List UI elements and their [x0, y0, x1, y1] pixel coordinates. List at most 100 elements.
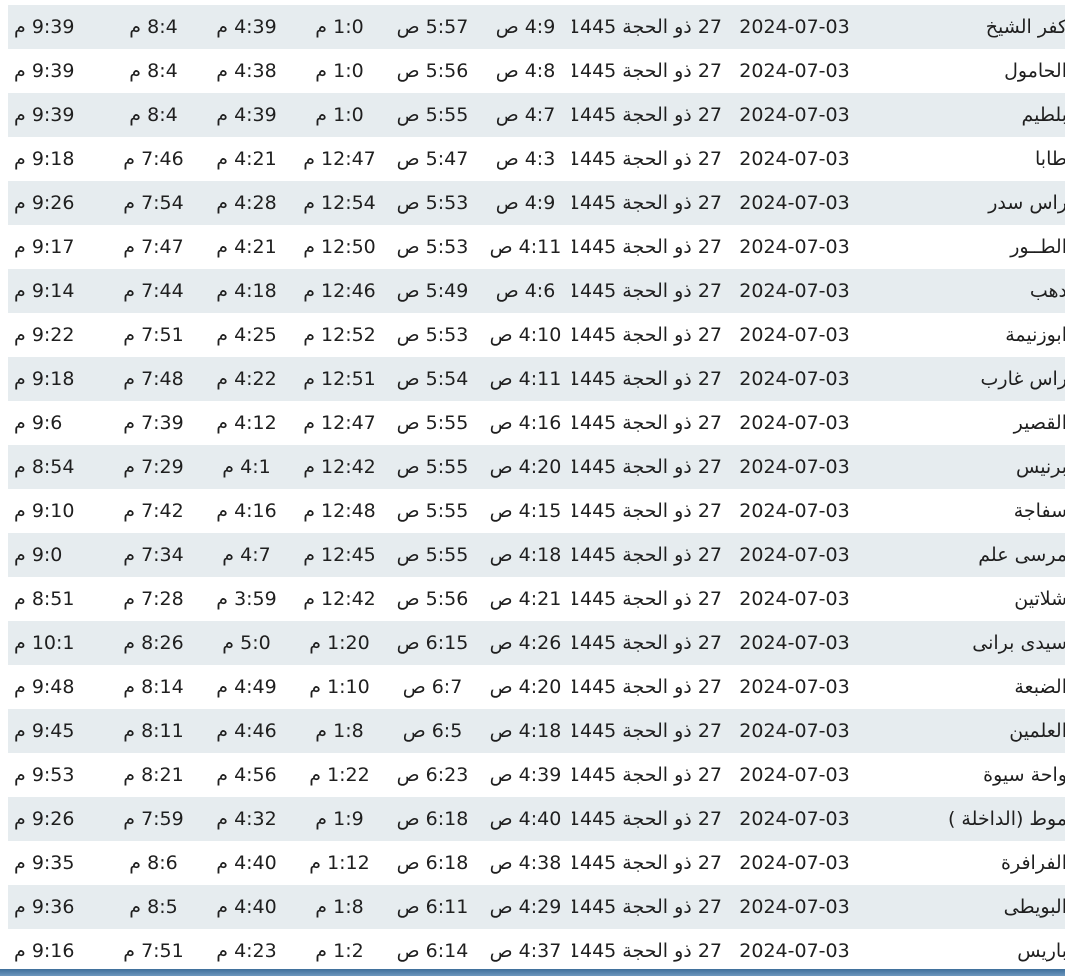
gregorian-date-cell: 2024-07-03: [739, 104, 850, 126]
asr-time-cell: 3:59 م: [216, 588, 277, 610]
gregorian-date-cell: 2024-07-03: [739, 16, 850, 38]
table-row: القصير 2024-07-03 27 ذو الحجة 1445 4:16 ص 5:…: [8, 401, 1065, 445]
city-cell: الضبعة: [1014, 676, 1065, 698]
asr-time-cell: 4:23 م: [216, 940, 277, 962]
gregorian-date-cell: 2024-07-03: [739, 280, 850, 302]
city-cell: الطــور: [1010, 236, 1065, 258]
isha-time-cell: 9:18 م: [14, 368, 75, 390]
city-cell: طابا: [1035, 148, 1065, 170]
hijri-date-cell: 27 ذو الحجة 1445: [572, 500, 722, 522]
gregorian-date-cell: 2024-07-03: [739, 412, 850, 434]
isha-time-cell: 8:54 م: [14, 456, 75, 478]
city-cell: راس غارب: [980, 368, 1065, 390]
city-cell: مرسى علم: [978, 544, 1065, 566]
table-row: راس سدر 2024-07-03 27 ذو الحجة 1445 4:9 ص 5:…: [8, 181, 1065, 225]
asr-time-cell: 4:22 م: [216, 368, 277, 390]
table-row: سفاجة 2024-07-03 27 ذو الحجة 1445 4:15 ص 5:5…: [8, 489, 1065, 533]
gregorian-date-cell: 2024-07-03: [739, 368, 850, 390]
isha-time-cell: 9:10 م: [14, 500, 75, 522]
table-row: شلاتين 2024-07-03 27 ذو الحجة 1445 4:21 ص 5:…: [8, 577, 1065, 621]
maghrib-time-cell: 7:44 م: [123, 280, 184, 302]
gregorian-date-cell: 2024-07-03: [739, 148, 850, 170]
gregorian-date-cell: 2024-07-03: [739, 720, 850, 742]
sunrise-time-cell: 5:55 ص: [396, 104, 469, 126]
isha-time-cell: 9:35 م: [14, 852, 75, 874]
hijri-date-cell: 27 ذو الحجة 1445: [572, 280, 722, 302]
gregorian-date-cell: 2024-07-03: [739, 676, 850, 698]
table-row: طابا 2024-07-03 27 ذو الحجة 1445 4:3 ص 5:47 …: [8, 137, 1065, 181]
hijri-date-cell: 27 ذو الحجة 1445: [572, 544, 722, 566]
sunrise-time-cell: 5:55 ص: [396, 544, 469, 566]
prayer-times-rows: كفر الشيخ 2024-07-03 27 ذو الحجة 1445 4:9 ص…: [8, 5, 1065, 973]
dhuhr-time-cell: 12:51 م: [303, 368, 376, 390]
isha-time-cell: 9:26 م: [14, 192, 75, 214]
maghrib-time-cell: 8:4 م: [129, 60, 178, 82]
sunrise-time-cell: 6:7 ص: [402, 676, 463, 698]
dhuhr-time-cell: 12:52 م: [303, 324, 376, 346]
gregorian-date-cell: 2024-07-03: [739, 632, 850, 654]
city-cell: شلاتين: [1014, 588, 1065, 610]
fajr-time-cell: 4:21 ص: [489, 588, 562, 610]
isha-time-cell: 9:14 م: [14, 280, 75, 302]
fajr-time-cell: 4:7 ص: [495, 104, 556, 126]
city-cell: سفاجة: [1013, 500, 1065, 522]
sunrise-time-cell: 5:55 ص: [396, 456, 469, 478]
gregorian-date-cell: 2024-07-03: [739, 544, 850, 566]
hijri-date-cell: 27 ذو الحجة 1445: [572, 764, 722, 786]
table-row: البويطى 2024-07-03 27 ذو الحجة 1445 4:29 ص 6…: [8, 885, 1065, 929]
hijri-date-cell: 27 ذو الحجة 1445: [572, 720, 722, 742]
sunrise-time-cell: 6:11 ص: [396, 896, 469, 918]
gregorian-date-cell: 2024-07-03: [739, 940, 850, 962]
table-row: مرسى علم 2024-07-03 27 ذو الحجة 1445 4:18 ص…: [8, 533, 1065, 577]
dhuhr-time-cell: 12:54 م: [303, 192, 376, 214]
gregorian-date-cell: 2024-07-03: [739, 236, 850, 258]
table-row: باريس 2024-07-03 27 ذو الحجة 1445 4:37 ص 6:1…: [8, 929, 1065, 973]
city-cell: القصير: [1013, 412, 1065, 434]
hijri-date-cell: 27 ذو الحجة 1445: [572, 60, 722, 82]
maghrib-time-cell: 7:59 م: [123, 808, 184, 830]
table-row: كفر الشيخ 2024-07-03 27 ذو الحجة 1445 4:9 ص…: [8, 5, 1065, 49]
city-cell: سيدى برانى: [972, 632, 1065, 654]
city-cell: واحة سيوة: [983, 764, 1065, 786]
sunrise-time-cell: 5:55 ص: [396, 412, 469, 434]
table-row: دهب 2024-07-03 27 ذو الحجة 1445 4:6 ص 5:49 ص…: [8, 269, 1065, 313]
sunrise-time-cell: 6:18 ص: [396, 852, 469, 874]
hijri-date-cell: 27 ذو الحجة 1445: [572, 632, 722, 654]
gregorian-date-cell: 2024-07-03: [739, 764, 850, 786]
dhuhr-time-cell: 12:47 م: [303, 412, 376, 434]
hijri-date-cell: 27 ذو الحجة 1445: [572, 368, 722, 390]
table-row: بلطيم 2024-07-03 27 ذو الحجة 1445 4:7 ص 5:55…: [8, 93, 1065, 137]
city-cell: العلمين: [1009, 720, 1065, 742]
sunrise-time-cell: 6:23 ص: [396, 764, 469, 786]
hijri-date-cell: 27 ذو الحجة 1445: [572, 412, 722, 434]
asr-time-cell: 4:32 م: [216, 808, 277, 830]
isha-time-cell: 9:0 م: [14, 544, 63, 566]
asr-time-cell: 4:28 م: [216, 192, 277, 214]
hijri-date-cell: 27 ذو الحجة 1445: [572, 104, 722, 126]
gregorian-date-cell: 2024-07-03: [739, 500, 850, 522]
asr-time-cell: 4:40 م: [216, 896, 277, 918]
maghrib-time-cell: 7:39 م: [123, 412, 184, 434]
fajr-time-cell: 4:20 ص: [489, 456, 562, 478]
hijri-date-cell: 27 ذو الحجة 1445: [572, 456, 722, 478]
prayer-times-table: كفر الشيخ 2024-07-03 27 ذو الحجة 1445 4:9 ص…: [8, 5, 1065, 973]
isha-time-cell: 9:45 م: [14, 720, 75, 742]
dhuhr-time-cell: 1:10 م: [309, 676, 370, 698]
sunrise-time-cell: 5:57 ص: [396, 16, 469, 38]
table-row: برنيس 2024-07-03 27 ذو الحجة 1445 4:20 ص 5:5…: [8, 445, 1065, 489]
maghrib-time-cell: 7:51 م: [123, 940, 184, 962]
asr-time-cell: 4:16 م: [216, 500, 277, 522]
asr-time-cell: 4:39 م: [216, 16, 277, 38]
dhuhr-time-cell: 1:2 م: [315, 940, 364, 962]
asr-time-cell: 4:38 م: [216, 60, 277, 82]
hijri-date-cell: 27 ذو الحجة 1445: [572, 808, 722, 830]
city-cell: بلطيم: [1021, 104, 1065, 126]
isha-time-cell: 9:39 م: [14, 16, 75, 38]
maghrib-time-cell: 7:34 م: [123, 544, 184, 566]
dhuhr-time-cell: 12:46 م: [303, 280, 376, 302]
fajr-time-cell: 4:3 ص: [495, 148, 556, 170]
dhuhr-time-cell: 12:42 م: [303, 588, 376, 610]
dhuhr-time-cell: 1:0 م: [315, 60, 364, 82]
isha-time-cell: 9:26 م: [14, 808, 75, 830]
table-row: الحامول 2024-07-03 27 ذو الحجة 1445 4:8 ص 5:…: [8, 49, 1065, 93]
